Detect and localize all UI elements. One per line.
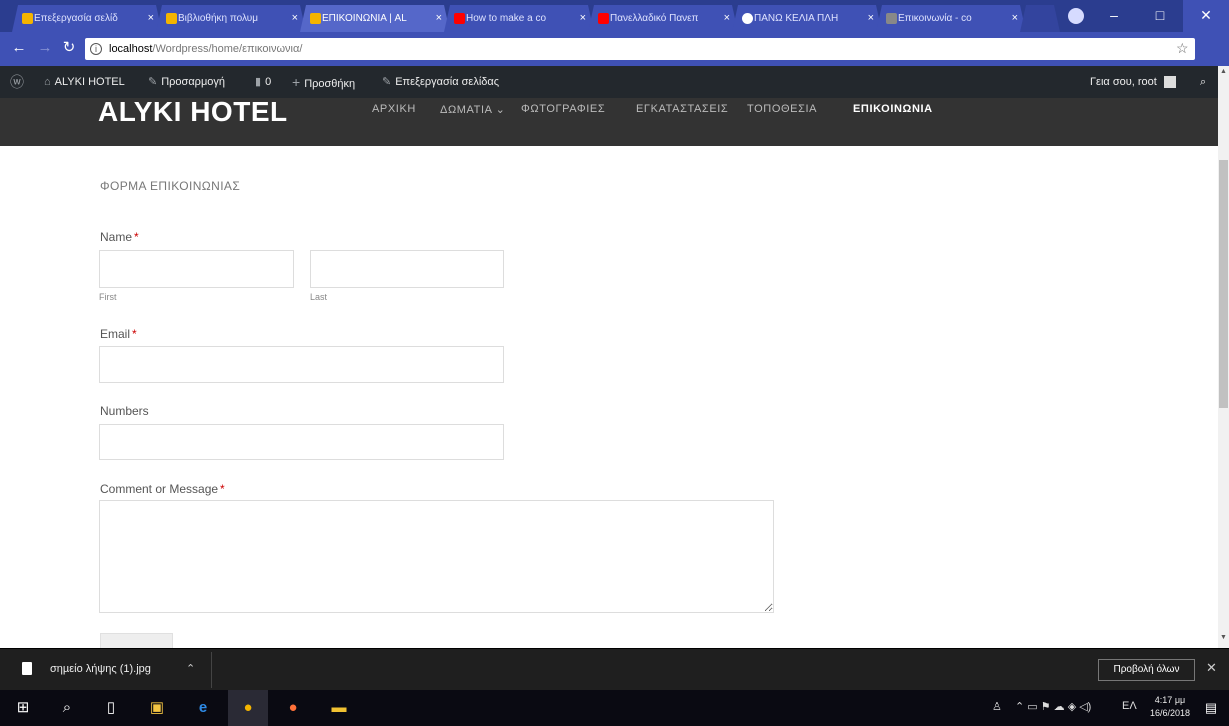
edit-page-link[interactable]: ✎ Επεξεργασία σελίδας [382,66,499,98]
back-arrow-icon[interactable]: ← [10,39,28,57]
youtube-favicon-icon [598,13,609,24]
firefox-icon[interactable]: ● [282,697,304,719]
pencil-icon: ✎ [382,76,392,88]
numbers-label: Numbers [100,404,149,418]
youtube-favicon-icon [454,13,465,24]
reload-icon[interactable]: ↻ [60,39,78,57]
last-name-input[interactable] [310,250,504,288]
message-label: Comment or Message * [100,482,225,496]
maximize-button[interactable]: □ [1137,0,1183,32]
clock-date[interactable]: 16/6/2018 [1145,708,1195,718]
wordpress-favicon-icon [22,13,33,24]
wordpress-favicon-icon [166,13,177,24]
last-sublabel: Last [310,292,328,302]
brush-icon: ✎ [148,76,158,88]
new-content-link[interactable]: + Προσθήκη [292,66,355,98]
close-window-button[interactable]: ✕ [1183,0,1229,32]
required-mark: * [220,482,225,496]
wordpress-logo-icon[interactable]: ⓦ [10,66,28,98]
page-favicon-icon [886,13,897,24]
url-host: localhost [109,43,153,55]
plus-icon: + [292,74,301,90]
comments-link[interactable]: ▮ 0 [255,66,271,98]
required-mark: * [132,327,137,341]
chrome-favicon-icon [742,13,753,24]
numbers-field[interactable] [99,424,504,460]
wp-admin-bar: ⓦ ⌂ ALYKI HOTEL ✎ Προσαρμογή ▮ 0 + Προσθήκη … [0,66,1229,98]
file-explorer-icon[interactable]: ▬ [328,697,350,719]
close-tab-icon[interactable]: × [580,5,586,32]
menu-item-rooms[interactable]: ΔΩΜΑΤΙΑ ⌄ [440,103,505,116]
avatar [1163,76,1176,89]
scrollbar-thumb[interactable] [1219,160,1228,408]
close-tab-icon[interactable]: × [436,5,442,32]
edge-icon[interactable]: e [192,697,214,719]
close-tab-icon[interactable]: × [292,5,298,32]
language-indicator[interactable]: ΕΛ [1122,700,1137,712]
browser-tab[interactable]: Πανελλαδικό Πανεπ × [588,5,738,32]
account-link[interactable]: Γεια σου, root [1090,66,1176,98]
home-icon: ⌂ [44,76,51,88]
profile-icon[interactable] [1068,8,1084,24]
close-tab-icon[interactable]: × [148,5,154,32]
site-title[interactable]: ALYKI HOTEL [98,98,288,128]
browser-tab[interactable]: Βιβλιοθήκη πολυμ × [156,5,306,32]
chevron-up-icon[interactable]: ⌃ [186,662,195,675]
search-icon[interactable]: ⌕ [56,697,78,719]
new-tab-button[interactable] [1020,5,1060,32]
email-field[interactable] [99,346,504,383]
menu-item-contact[interactable]: ΕΠΙΚΟΙΝΩΝΙΑ [853,103,933,115]
menu-item-home[interactable]: ΑΡΧΙΚΗ [372,103,416,115]
forward-arrow-icon[interactable]: → [36,39,54,57]
close-downloads-icon[interactable]: ✕ [1206,660,1217,676]
task-view-icon[interactable]: ▯ [100,697,122,719]
tray-icons[interactable]: ⌃ ▭ ⚑ ☁ ◈ ◁) [1015,700,1091,713]
window-controls: – □ ✕ [1091,0,1229,32]
comment-icon: ▮ [255,76,262,88]
menu-item-location[interactable]: ΤΟΠΟΘΕΣΙΑ [747,103,817,115]
notifications-icon[interactable]: ▤ [1200,697,1222,719]
first-sublabel: First [99,292,117,302]
wordpress-favicon-icon [310,13,321,24]
required-mark: * [134,230,139,244]
show-all-downloads-button[interactable]: Προβολή όλων [1098,659,1195,681]
file-icon [22,662,32,675]
email-label: Email * [100,327,137,341]
chrome-icon[interactable]: ● [237,697,259,719]
windows-start-icon[interactable]: ⊞ [12,697,34,719]
menu-item-facilities[interactable]: ΕΓΚΑΤΑΣΤΑΣΕΙΣ [636,103,728,115]
url-path: /Wordpress/home/επικοινωνια/ [152,43,303,55]
customize-link[interactable]: ✎ Προσαρμογή [148,66,225,98]
search-icon[interactable]: ⌕ [1200,66,1206,98]
clock-time[interactable]: 4:17 μμ [1145,695,1195,705]
message-textarea[interactable] [99,500,774,613]
download-file-name[interactable]: σηµείο λήψης (1).jpg [50,663,151,675]
store-icon[interactable]: ▣ [146,697,168,719]
bookmark-star-icon[interactable]: ☆ [1176,40,1189,57]
scroll-up-icon[interactable]: ▲ [1218,68,1229,78]
minimize-button[interactable]: – [1091,0,1137,32]
admin-site-link[interactable]: ⌂ ALYKI HOTEL [44,66,125,98]
browser-tab[interactable]: Επικοινωνία - co × [876,5,1026,32]
browser-tab[interactable]: Επεξεργασία σελίδ × [12,5,162,32]
scroll-down-icon[interactable]: ▼ [1218,634,1229,644]
close-tab-icon[interactable]: × [1012,5,1018,32]
form-title: ΦΟΡΜΑ ΕΠΙΚΟΙΝΩΝΙΑΣ [100,179,241,193]
browser-tab-active[interactable]: ΕΠΙΚΟΙΝΩΝΙΑ | AL × [300,5,450,32]
info-icon[interactable]: i [90,43,102,55]
address-bar[interactable]: localhost/Wordpress/home/επικοινωνια/ [85,38,1195,60]
people-icon[interactable]: ♙ [992,700,1002,713]
menu-item-photos[interactable]: ΦΩΤΟΓΡΑΦΙΕΣ [521,103,605,115]
name-label: Name * [100,230,139,244]
first-name-input[interactable] [99,250,294,288]
browser-tab[interactable]: ΠΑΝΩ ΚΕΛΙΑ ΠΛΗ × [732,5,882,32]
close-tab-icon[interactable]: × [868,5,874,32]
browser-tab[interactable]: How to make a co × [444,5,594,32]
close-tab-icon[interactable]: × [724,5,730,32]
